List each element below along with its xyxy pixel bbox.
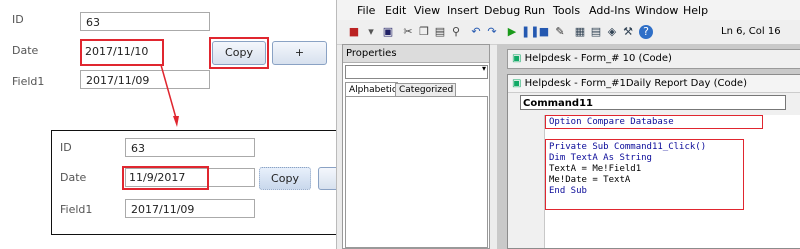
find-icon[interactable]: ⚲ [449,25,463,39]
copy-icon[interactable]: ❐ [417,25,431,39]
date-label: Date [12,44,39,57]
help-icon[interactable]: ? [639,25,653,39]
menu-debug[interactable]: Debug [484,4,520,17]
menu-run[interactable]: Run [524,4,545,17]
field1-label: Field1 [12,75,45,88]
id-label: ID [12,13,24,26]
undo-icon[interactable]: ↶ [469,25,483,39]
code-line-7: End Sub [549,186,587,196]
cut-icon[interactable]: ✂ [401,25,415,39]
toolbox-icon[interactable]: ⚒ [621,25,635,39]
menu-file[interactable]: File [357,4,375,17]
break-icon[interactable]: ❚❚ [521,25,539,39]
vba-editor: File Edit View Insert Debug Run Tools Ad… [336,0,800,249]
inset-date-label: Date [60,171,87,184]
menu-window[interactable]: Window [635,4,678,17]
code-editor[interactable]: Option Compare Database Private Sub Comm… [544,115,800,248]
id-field[interactable]: 63 [80,12,210,31]
properties-object-select[interactable]: ▾ [345,64,488,79]
inset-id-field[interactable]: 63 [125,138,255,157]
properties-title: Properties [343,45,489,63]
code-line-4: Dim TextA As String [549,153,652,163]
menu-help[interactable]: Help [683,4,708,17]
copy-button-highlight [209,37,269,69]
design-mode-icon[interactable]: ✎ [553,25,567,39]
cursor-position: Ln 6, Col 16 [721,26,781,37]
object-browser-icon[interactable]: ◈ [605,25,619,39]
inset-date-value: 11/9/2017 [122,166,209,190]
reset-icon[interactable]: ■ [537,25,551,39]
module-icon: ▣ [512,53,522,64]
back-code-window-title: ▣ Helpdesk - Form_# 10 (Code) [507,49,800,69]
toolbar: ■ ▾ ▣ ✂ ❐ ▤ ⚲ ↶ ↷ ▶ ❚❚ ■ ✎ ▦ ▤ ◈ ⚒ ? Ln … [337,20,800,45]
run-icon[interactable]: ▶ [505,25,519,39]
module-icon: ▣ [512,78,522,89]
insert-icon[interactable]: ▾ [364,25,378,39]
code-line-6: Me!Date = TextA [549,175,631,185]
code-window-title: Helpdesk - Form_#1Daily Report Day (Code… [524,78,747,89]
menu-tools[interactable]: Tools [553,4,580,17]
code-window-titlebar: ▣ Helpdesk - Form_#1Daily Report Day (Co… [508,75,800,93]
code-line-5: TextA = Me!Field1 [549,164,642,174]
inset-field1-label: Field1 [60,203,93,216]
save-icon[interactable]: ▣ [381,25,395,39]
project-explorer-icon[interactable]: ▦ [573,25,587,39]
code-line-3: Private Sub Command11_Click() [549,142,707,152]
back-window-title-text: Helpdesk - Form_# 10 (Code) [524,53,672,64]
inset-id-label: ID [60,141,72,154]
paste-icon[interactable]: ▤ [433,25,447,39]
code-line-1: Option Compare Database [549,117,674,127]
object-dropdown[interactable]: Command11 [520,95,786,110]
properties-icon[interactable]: ▤ [589,25,603,39]
chevron-down-icon: ▾ [481,64,486,73]
plus-button[interactable]: + [272,41,327,65]
menu-edit[interactable]: Edit [385,4,406,17]
inset-copy-button[interactable]: Copy [259,167,311,190]
menu-addins[interactable]: Add-Ins [589,4,630,17]
properties-grid [345,96,488,248]
field1-field[interactable]: 2017/11/09 [80,70,210,89]
properties-pane: Properties ▾ Alphabetic Categorized [342,44,490,249]
access-icon[interactable]: ■ [347,25,361,39]
redo-icon[interactable]: ↷ [485,25,499,39]
menu-bar: File Edit View Insert Debug Run Tools Ad… [337,0,800,20]
menu-view[interactable]: View [414,4,440,17]
inset-field1-field[interactable]: 2017/11/09 [125,199,255,218]
tab-alphabetic[interactable]: Alphabetic [345,82,398,97]
menu-insert[interactable]: Insert [447,4,479,17]
code-window: ▣ Helpdesk - Form_#1Daily Report Day (Co… [507,74,800,249]
date-highlight [80,39,164,66]
